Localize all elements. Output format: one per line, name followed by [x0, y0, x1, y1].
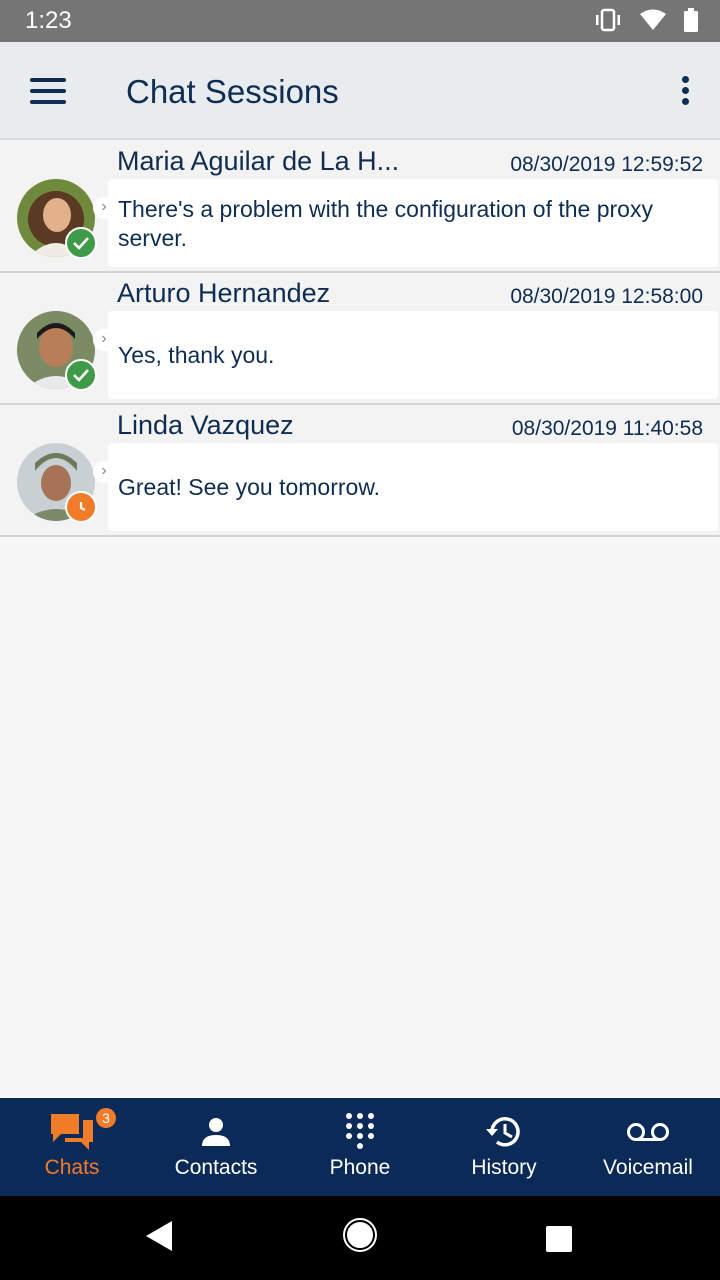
- status-icons: [594, 8, 698, 32]
- chat-timestamp: 08/30/2019 11:40:58: [511, 417, 703, 440]
- nav-history[interactable]: History: [432, 1098, 576, 1196]
- chat-list: › Maria Aguilar de La H... 08/30/2019 12…: [0, 141, 720, 537]
- nav-label: Contacts: [174, 1156, 258, 1179]
- status-time: 1:23: [25, 7, 72, 34]
- last-message: There's a problem with the configuration…: [108, 179, 718, 267]
- recents-icon[interactable]: [546, 1226, 572, 1252]
- nav-label: Phone: [329, 1156, 391, 1179]
- home-icon[interactable]: [343, 1218, 377, 1252]
- person-icon: [200, 1112, 232, 1152]
- chat-row[interactable]: › Maria Aguilar de La H... 08/30/2019 12…: [0, 141, 720, 273]
- presence-away-icon: [65, 491, 97, 523]
- nav-label: Chats: [44, 1156, 100, 1179]
- history-icon: [485, 1112, 523, 1152]
- nav-voicemail[interactable]: Voicemail: [576, 1098, 720, 1196]
- chat-row[interactable]: › Arturo Hernandez 08/30/2019 12:58:00 Y…: [0, 273, 720, 405]
- page-title: Chat Sessions: [126, 73, 339, 110]
- nav-label: Voicemail: [603, 1156, 693, 1179]
- chat-icon: [49, 1112, 95, 1152]
- last-message: Yes, thank you.: [108, 311, 718, 399]
- dialpad-icon: [344, 1112, 376, 1152]
- nav-label: History: [471, 1156, 537, 1179]
- last-message: Great! See you tomorrow.: [108, 443, 718, 531]
- back-icon[interactable]: [146, 1221, 172, 1251]
- chat-timestamp: 08/30/2019 12:59:52: [510, 153, 703, 176]
- app-bar: Chat Sessions: [0, 42, 720, 140]
- system-nav-bar: [0, 1196, 720, 1280]
- vibrate-icon: [596, 8, 620, 32]
- status-bar: 1:23: [0, 0, 720, 42]
- contact-name: Linda Vazquez: [117, 410, 294, 440]
- contact-name: Maria Aguilar de La H...: [117, 146, 400, 176]
- voicemail-icon: [626, 1112, 670, 1152]
- wifi-icon: [640, 9, 666, 30]
- menu-icon[interactable]: [30, 78, 66, 104]
- bottom-nav: 3 Chats Contacts Phone History Voicemail: [0, 1098, 720, 1196]
- contact-name: Arturo Hernandez: [117, 278, 331, 308]
- presence-available-icon: [65, 359, 97, 391]
- more-options-icon[interactable]: [680, 76, 690, 106]
- nav-contacts[interactable]: Contacts: [144, 1098, 288, 1196]
- chat-timestamp: 08/30/2019 12:58:00: [510, 285, 703, 308]
- nav-phone[interactable]: Phone: [288, 1098, 432, 1196]
- unread-badge: 3: [96, 1108, 116, 1128]
- battery-icon: [684, 8, 698, 32]
- presence-available-icon: [65, 227, 97, 259]
- chat-row[interactable]: › Linda Vazquez 08/30/2019 11:40:58 Grea…: [0, 405, 720, 537]
- nav-chats[interactable]: 3 Chats: [0, 1098, 144, 1196]
